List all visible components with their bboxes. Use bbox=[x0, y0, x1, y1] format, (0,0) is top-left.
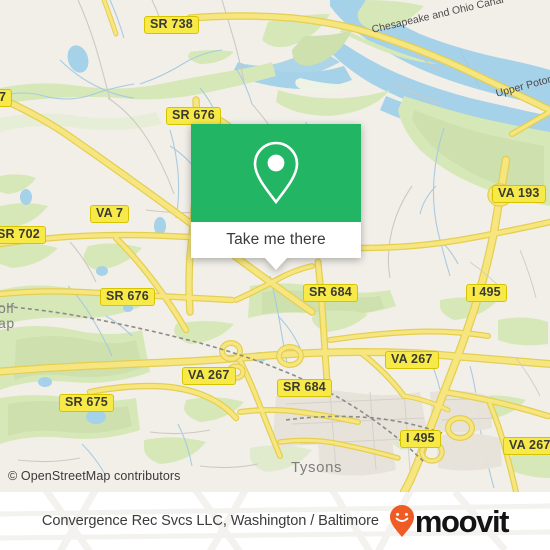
road-shield[interactable]: VA 267 bbox=[182, 367, 236, 385]
moovit-map-screenshot: SR 738 SR 676 7 VA 7 SR 702 VA 193 SR 67… bbox=[0, 0, 550, 550]
place-label-wolf: olf bbox=[0, 300, 15, 316]
moovit-wordmark: moovit bbox=[414, 503, 510, 539]
map-pin-icon bbox=[253, 141, 299, 205]
road-shield[interactable]: SR 684 bbox=[277, 379, 332, 397]
location-popup-card[interactable]: Take me there bbox=[191, 124, 361, 270]
road-shield[interactable]: VA 267 bbox=[385, 351, 439, 369]
take-me-there-button[interactable]: Take me there bbox=[191, 222, 361, 258]
footer-bar: Convergence Rec Svcs LLC, Washington / B… bbox=[0, 492, 550, 550]
road-shield[interactable]: VA 193 bbox=[492, 185, 546, 203]
road-shield[interactable]: SR 676 bbox=[100, 288, 155, 306]
footer-content: Convergence Rec Svcs LLC, Washington / B… bbox=[0, 492, 550, 550]
road-shield[interactable]: 7 bbox=[0, 89, 13, 107]
moovit-logo[interactable]: moovit bbox=[389, 503, 510, 539]
popup-image-area bbox=[191, 124, 361, 222]
road-shield[interactable]: SR 676 bbox=[166, 107, 221, 125]
road-shield[interactable]: SR 675 bbox=[59, 394, 114, 412]
road-shield[interactable]: SR 684 bbox=[303, 284, 358, 302]
map-canvas[interactable]: SR 738 SR 676 7 VA 7 SR 702 VA 193 SR 67… bbox=[0, 0, 550, 492]
road-shield[interactable]: VA 7 bbox=[90, 205, 130, 223]
place-label-trap: ap bbox=[0, 315, 15, 331]
moovit-smiley-pin-icon bbox=[389, 505, 414, 537]
road-shield[interactable]: I 495 bbox=[466, 284, 507, 302]
osm-attribution[interactable]: © OpenStreetMap contributors bbox=[8, 469, 181, 483]
place-label-tysons: Tysons bbox=[291, 459, 343, 476]
location-title: Convergence Rec Svcs LLC, Washington / B… bbox=[41, 513, 379, 529]
road-shield[interactable]: SR 738 bbox=[144, 16, 199, 34]
road-shield[interactable]: SR 702 bbox=[0, 226, 46, 244]
popup-tail bbox=[264, 257, 288, 270]
road-shield[interactable]: VA 267 bbox=[503, 437, 550, 455]
road-shield[interactable]: I 495 bbox=[400, 430, 441, 448]
